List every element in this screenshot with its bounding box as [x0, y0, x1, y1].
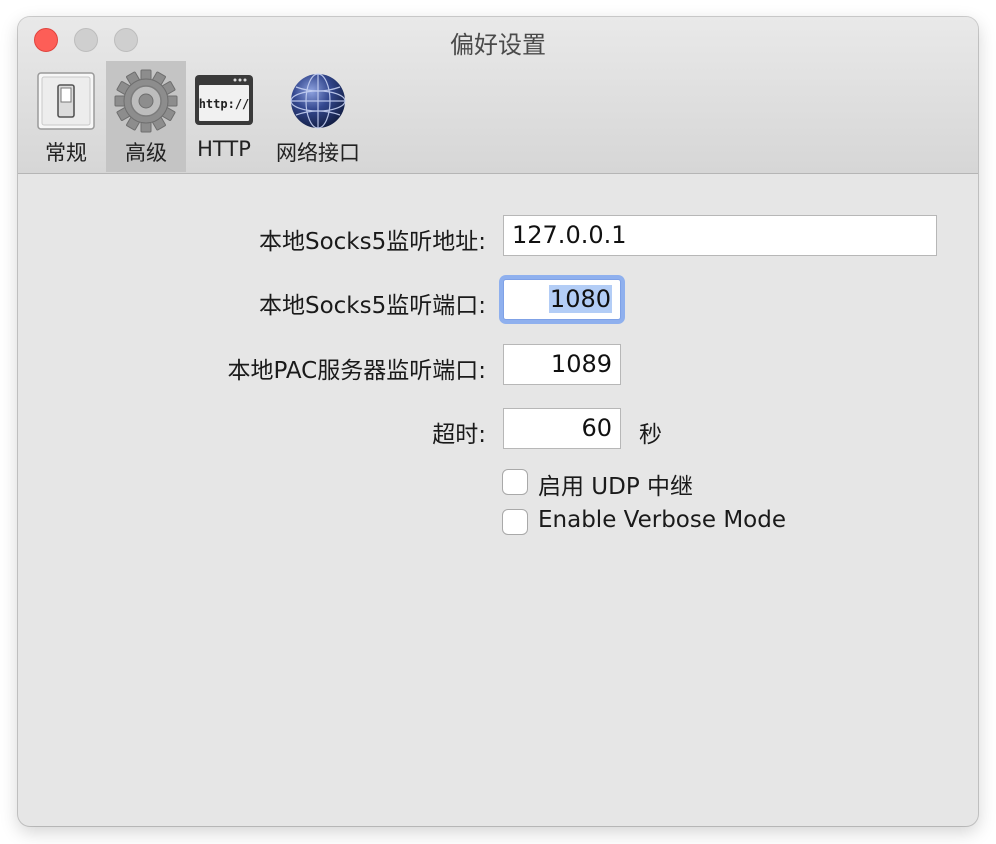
timeout-input[interactable]: 60: [503, 408, 621, 449]
toolbar-item-network[interactable]: 网络接口: [268, 61, 368, 172]
toolbar-item-label: 高级: [125, 141, 167, 165]
window-title: 偏好设置: [450, 31, 546, 59]
verbose-mode-checkbox[interactable]: [502, 509, 528, 535]
http-window-icon: http://: [195, 75, 253, 125]
toolbar-item-label: HTTP: [197, 137, 251, 161]
udp-relay-label[interactable]: 启用 UDP 中继: [538, 467, 693, 501]
toolbar-item-advanced[interactable]: 高级: [106, 61, 186, 172]
toolbar-item-http[interactable]: http:// HTTP: [190, 61, 258, 172]
socks-address-label: 本地Socks5监听地址:: [258, 229, 486, 255]
title-toolbar: 偏好设置 常规 高级 http:// HTTP 网络接口: [18, 17, 978, 174]
socks-port-value: 1080: [548, 285, 612, 313]
switch-icon: [37, 72, 95, 130]
pac-port-label: 本地PAC服务器监听端口:: [227, 358, 486, 384]
toolbar-item-label: 常规: [45, 141, 87, 165]
socks-port-label: 本地Socks5监听端口:: [258, 293, 486, 319]
toolbar-item-label: 网络接口: [276, 141, 360, 165]
verbose-mode-label[interactable]: Enable Verbose Mode: [538, 507, 786, 533]
timeout-unit: 秒: [639, 422, 662, 448]
preferences-window: 偏好设置 常规 高级 http:// HTTP 网络接口 本地Socks5监听地…: [18, 17, 978, 826]
globe-icon: [290, 73, 346, 129]
timeout-label: 超时:: [432, 422, 486, 448]
gear-icon: [114, 69, 178, 133]
svg-text:http://: http://: [199, 97, 250, 111]
socks-port-input[interactable]: 1080: [503, 279, 621, 320]
socks-address-input[interactable]: 127.0.0.1: [503, 215, 937, 256]
toolbar-item-general[interactable]: 常规: [28, 61, 104, 172]
pac-port-input[interactable]: 1089: [503, 344, 621, 385]
udp-relay-checkbox[interactable]: [502, 469, 528, 495]
